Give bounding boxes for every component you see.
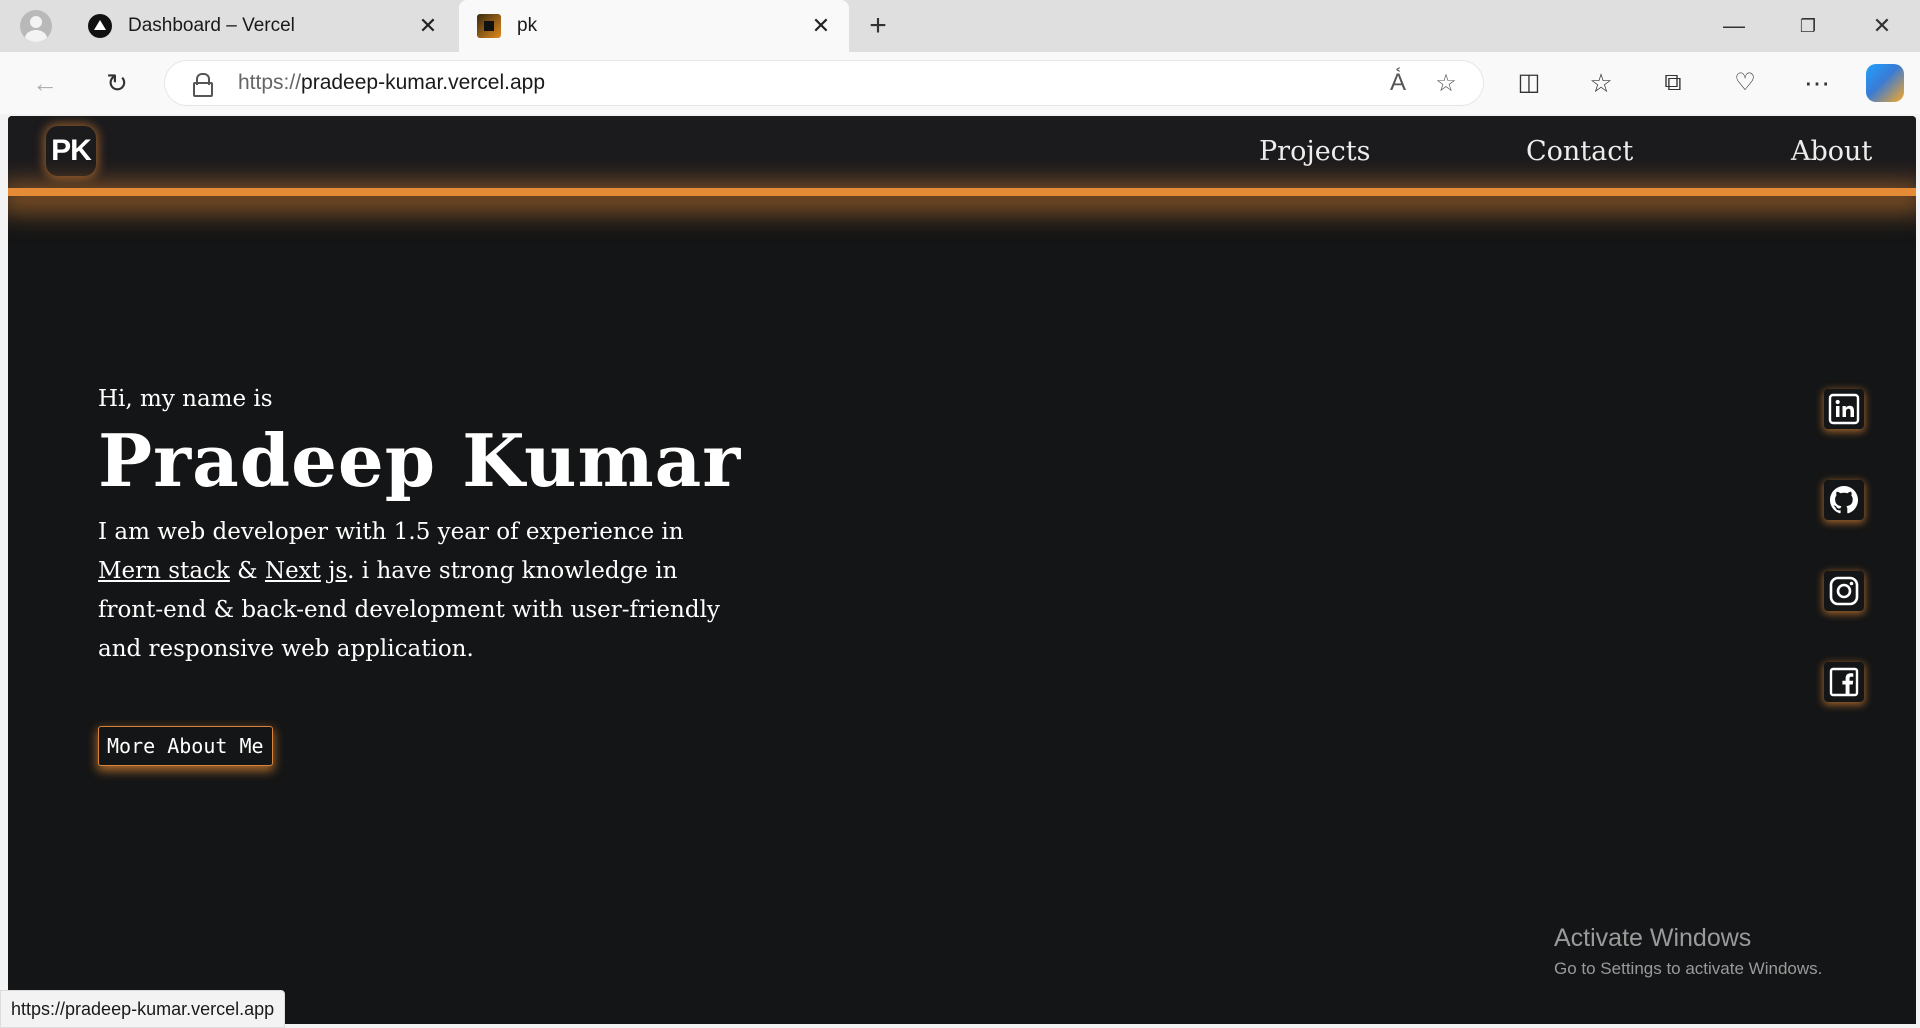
- site-navbar: PK Projects Contact About: [8, 116, 1916, 192]
- tab-title: Dashboard – Vercel: [128, 15, 295, 36]
- js-link[interactable]: js: [328, 558, 347, 584]
- favorites-icon[interactable]: ☆: [1582, 64, 1620, 102]
- link-status-bar: https://pradeep-kumar.vercel.app: [0, 990, 286, 1028]
- instagram-icon: [1829, 576, 1859, 606]
- tab-pk[interactable]: pk ✕: [459, 0, 849, 52]
- linkedin-icon: [1828, 393, 1860, 425]
- profile-avatar[interactable]: [20, 10, 52, 42]
- browser-essentials-icon[interactable]: ♡: [1726, 64, 1764, 102]
- lock-icon[interactable]: [192, 73, 213, 97]
- activate-windows-title: Activate Windows: [1554, 924, 1752, 952]
- pk-favicon: [477, 14, 501, 38]
- instagram-link[interactable]: [1824, 571, 1864, 611]
- more-options-icon[interactable]: ⋯: [1798, 64, 1836, 102]
- hero-name: Pradeep Kumar: [98, 418, 742, 503]
- github-icon: [1830, 486, 1858, 514]
- greeting-text: Hi, my name is: [98, 386, 273, 412]
- site-logo[interactable]: PK: [46, 126, 96, 176]
- next-link[interactable]: Next: [265, 558, 321, 584]
- tab-title: pk: [517, 15, 538, 36]
- read-aloud-icon[interactable]: A᷾: [1374, 69, 1422, 97]
- close-window-button[interactable]: ✕: [1862, 10, 1902, 42]
- nav-about[interactable]: About: [1791, 136, 1872, 167]
- vercel-icon: [88, 14, 112, 38]
- bio-paragraph: I am web developer with 1.5 year of expe…: [98, 518, 720, 662]
- linkedin-link[interactable]: [1824, 389, 1864, 429]
- favorite-star-icon[interactable]: ☆: [1422, 69, 1470, 98]
- page-viewport: PK Projects Contact About Hi, my name is…: [8, 116, 1916, 1024]
- activate-windows-subtitle: Go to Settings to activate Windows.: [1554, 959, 1823, 978]
- close-tab-icon[interactable]: ✕: [414, 13, 442, 39]
- facebook-icon: [1829, 667, 1859, 697]
- new-tab-button[interactable]: +: [862, 10, 894, 42]
- url-text[interactable]: https://pradeep-kumar.vercel.app: [238, 71, 1374, 95]
- nav-projects[interactable]: Projects: [1259, 136, 1371, 167]
- more-about-me-button[interactable]: More About Me: [98, 726, 273, 766]
- tab-dashboard-vercel[interactable]: Dashboard – Vercel ✕: [70, 0, 456, 52]
- navbar-glow-divider: [8, 188, 1916, 196]
- browser-toolbar: ← ↻ https://pradeep-kumar.vercel.app A᷾ …: [0, 52, 1920, 114]
- split-screen-icon[interactable]: ◫: [1510, 64, 1548, 102]
- collections-icon[interactable]: ⧉: [1654, 64, 1692, 102]
- minimize-button[interactable]: —: [1714, 10, 1754, 42]
- mern-stack-link[interactable]: Mern stack: [98, 558, 230, 584]
- browser-tab-bar: Dashboard – Vercel ✕ pk ✕ + — ❐ ✕: [0, 0, 1920, 52]
- nav-contact[interactable]: Contact: [1526, 136, 1633, 167]
- github-link[interactable]: [1824, 480, 1864, 520]
- back-arrow-icon[interactable]: ←: [26, 64, 64, 102]
- hero-section: Hi, my name is Pradeep Kumar I am web de…: [98, 386, 798, 669]
- reload-icon[interactable]: ↻: [98, 64, 136, 102]
- restore-button[interactable]: ❐: [1788, 10, 1828, 42]
- close-tab-icon[interactable]: ✕: [807, 13, 835, 39]
- facebook-link[interactable]: [1824, 662, 1864, 702]
- copilot-icon[interactable]: [1866, 64, 1904, 102]
- address-bar[interactable]: https://pradeep-kumar.vercel.app A᷾ ☆: [164, 60, 1484, 106]
- windows-activation-watermark: Activate Windows Go to Settings to activ…: [1554, 924, 1822, 979]
